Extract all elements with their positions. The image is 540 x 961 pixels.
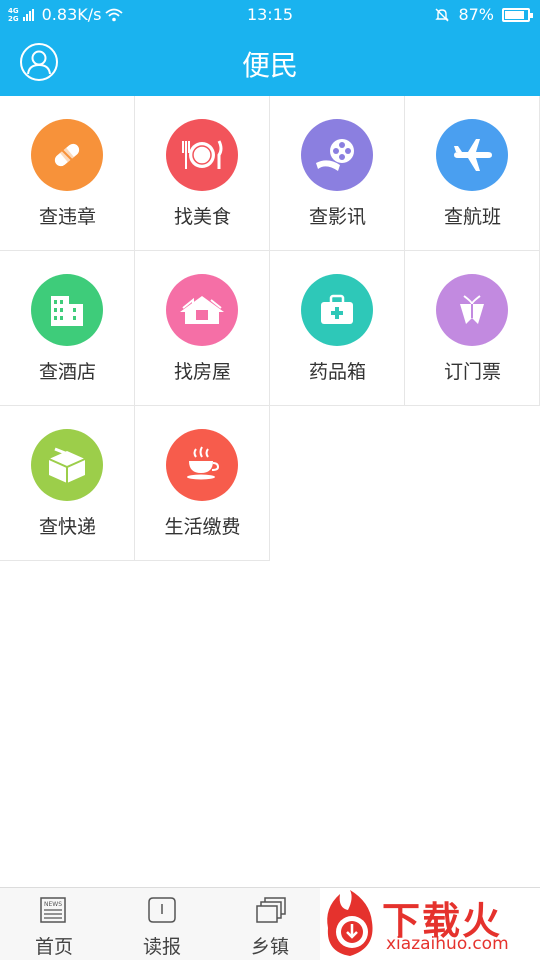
- tab-label: 读报: [142, 936, 181, 958]
- coffee-cup-icon: [166, 429, 238, 501]
- service-tile[interactable]: 订门票: [405, 251, 540, 406]
- status-bar: 4G 2G 0.83K/s 13:15 87%: [0, 0, 540, 30]
- battery-icon: [502, 7, 533, 22]
- service-label: 找美食: [173, 206, 231, 228]
- news-icon: NEWS: [40, 897, 66, 923]
- page-title: 便民: [241, 49, 298, 82]
- service-tile[interactable]: 找美食: [135, 96, 270, 251]
- service-label: 查航班: [443, 206, 501, 228]
- film-reel-icon: [301, 119, 373, 191]
- bell-mute-icon: [435, 8, 450, 21]
- service-label: 查影讯: [308, 206, 366, 228]
- service-tile[interactable]: 查快递: [0, 406, 135, 561]
- layers-icon: [256, 897, 286, 923]
- status-right: 87%: [434, 5, 533, 24]
- service-label: 找房屋: [173, 361, 231, 383]
- service-label: 查快递: [38, 516, 96, 538]
- ticket-gift-icon: [436, 274, 508, 346]
- medical-kit-icon: [301, 274, 373, 346]
- header: 便民: [0, 30, 540, 96]
- tab-read-paper[interactable]: 读报: [108, 888, 216, 961]
- service-tile[interactable]: 药品箱: [270, 251, 405, 406]
- airplane-icon: [436, 119, 508, 191]
- service-tile[interactable]: 找房屋: [135, 251, 270, 406]
- service-tile[interactable]: 查航班: [405, 96, 540, 251]
- tab-label: 首页: [34, 936, 73, 958]
- tab-home[interactable]: NEWS 首页: [0, 888, 108, 961]
- flame-logo-icon: [327, 890, 373, 956]
- service-label: 查酒店: [38, 361, 96, 383]
- service-label: 药品箱: [308, 361, 366, 383]
- service-tile[interactable]: 生活缴费: [135, 406, 270, 561]
- battery-percent: 87%: [458, 5, 494, 24]
- newspaper-read-icon: [148, 897, 176, 923]
- watermark-logo: 下载火 xiazaihuo.com: [320, 888, 540, 960]
- house-icon: [166, 274, 238, 346]
- dining-icon: [166, 119, 238, 191]
- tab-label: 乡镇: [250, 936, 289, 958]
- hotel-icon: [31, 274, 103, 346]
- watermark-url: xiazaihuo.com: [386, 934, 509, 954]
- service-tile[interactable]: 查酒店: [0, 251, 135, 406]
- service-label: 订门票: [443, 361, 501, 383]
- battery-fill: [505, 10, 525, 19]
- bandage-icon: [31, 119, 103, 191]
- tab-towns[interactable]: 乡镇: [216, 888, 324, 961]
- service-tile[interactable]: 查影讯: [270, 96, 405, 251]
- service-label: 查违章: [38, 206, 96, 228]
- service-tile[interactable]: 查违章: [0, 96, 135, 251]
- package-icon: [31, 429, 103, 501]
- svg-text:NEWS: NEWS: [44, 901, 62, 908]
- service-label: 生活缴费: [164, 516, 241, 538]
